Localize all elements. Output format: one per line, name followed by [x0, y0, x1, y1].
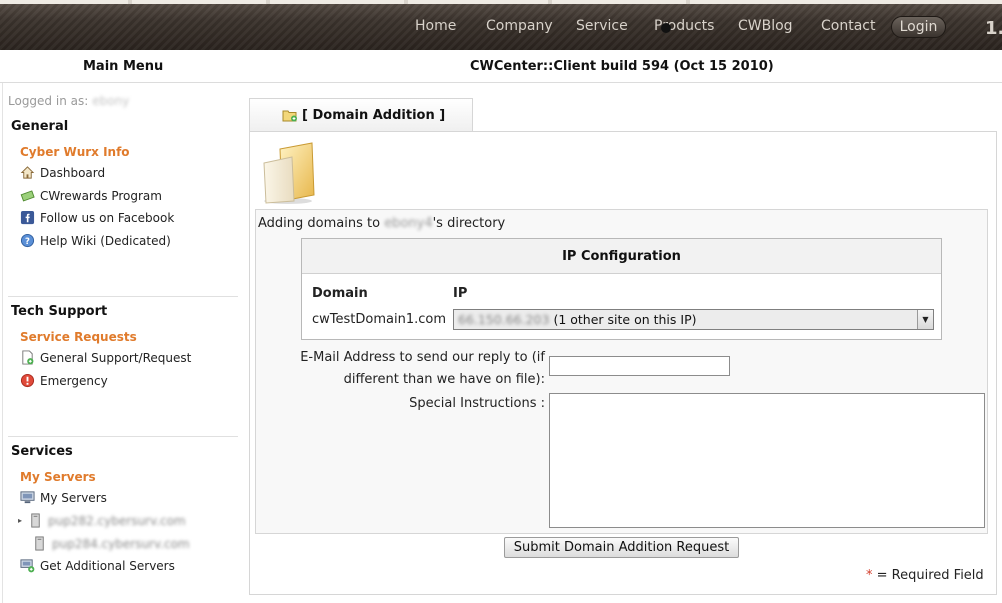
email-label: E-Mail Address to send our reply to (if …	[300, 350, 545, 387]
nav-company[interactable]: Company	[486, 18, 553, 34]
folder-icon	[263, 142, 315, 204]
section-services-title: Services	[11, 444, 73, 459]
nav-contact[interactable]: Contact	[821, 18, 875, 34]
column-header-ip: IP	[453, 286, 468, 301]
domain-value: cwTestDomain1.com	[312, 312, 446, 327]
service-requests-heading: Service Requests	[20, 330, 137, 344]
column-header-domain: Domain	[312, 286, 368, 301]
cyber-wurx-info-heading: Cyber Wurx Info	[20, 145, 130, 159]
rewards-icon	[20, 190, 35, 202]
section-general-title: General	[11, 119, 69, 134]
svg-text:?: ?	[25, 236, 30, 246]
folder-add-icon	[282, 110, 297, 122]
submit-domain-addition-button[interactable]: Submit Domain Addition Request	[504, 537, 739, 558]
top-nav-bar: Home Company Service Products CWBlog Con…	[0, 0, 1002, 50]
help-icon: ?	[20, 233, 35, 248]
expand-arrow-icon[interactable]: ▸	[18, 516, 28, 525]
sidebar-item-dashboard[interactable]: Dashboard	[20, 165, 105, 180]
adding-domains-text: Adding domains to ebony4's directory	[258, 216, 506, 231]
dropdown-arrow-icon[interactable]: ▼	[917, 310, 933, 329]
sidebar-item-facebook[interactable]: Follow us on Facebook	[20, 210, 174, 225]
logged-in-status: Logged in as: ebony	[8, 94, 130, 108]
server-add-icon	[20, 559, 35, 573]
section-tech-support-title: Tech Support	[11, 304, 108, 319]
ip-configuration-box: IP Configuration Domain IP cwTestDomain1…	[301, 238, 942, 340]
sidebar-item-general-support[interactable]: General Support/Request	[20, 350, 191, 365]
server-icon	[20, 491, 35, 504]
email-input[interactable]	[549, 356, 730, 376]
sidebar-item-server-1[interactable]: ▸ pup282.cybersurv.com	[18, 513, 186, 528]
alert-icon	[20, 373, 35, 388]
tab-domain-addition[interactable]: [ Domain Addition ]	[249, 98, 473, 132]
build-title: CWCenter::Client build 594 (Oct 15 2010)	[470, 59, 774, 74]
sidebar-item-help-wiki[interactable]: ? Help Wiki (Dedicated)	[20, 233, 171, 248]
required-field-note: * = Required Field	[866, 568, 984, 583]
cursor-dot	[661, 23, 671, 33]
special-instructions-label: Special Instructions :	[409, 396, 545, 411]
nav-service[interactable]: Service	[576, 18, 628, 34]
document-add-icon	[22, 350, 34, 365]
login-button[interactable]: Login	[891, 16, 946, 38]
facebook-icon	[20, 210, 35, 225]
server-tower-icon	[35, 536, 44, 551]
sidebar-item-get-servers[interactable]: Get Additional Servers	[20, 558, 175, 573]
logged-in-user: ebony	[92, 94, 130, 108]
nav-home[interactable]: Home	[415, 18, 456, 34]
home-icon	[20, 166, 35, 179]
special-instructions-textarea[interactable]	[549, 393, 985, 528]
sidebar-item-my-servers[interactable]: My Servers	[20, 490, 107, 505]
my-servers-heading: My Servers	[20, 470, 96, 484]
sidebar-item-server-2[interactable]: pup284.cybersurv.com	[32, 536, 190, 551]
main-menu-heading: Main Menu	[83, 59, 164, 74]
sidebar-item-cwrewards[interactable]: CWrewards Program	[20, 188, 162, 203]
nav-cwblog[interactable]: CWBlog	[738, 18, 793, 34]
version-text: 1.	[985, 18, 1002, 39]
server-tower-icon	[31, 513, 40, 528]
ip-select[interactable]: 66.150.66.203 (1 other site on this IP) …	[453, 309, 934, 330]
ip-configuration-title: IP Configuration	[302, 239, 941, 274]
sidebar-item-emergency[interactable]: Emergency	[20, 373, 108, 388]
main-nav: Home Company Service Products CWBlog Con…	[0, 16, 1002, 40]
